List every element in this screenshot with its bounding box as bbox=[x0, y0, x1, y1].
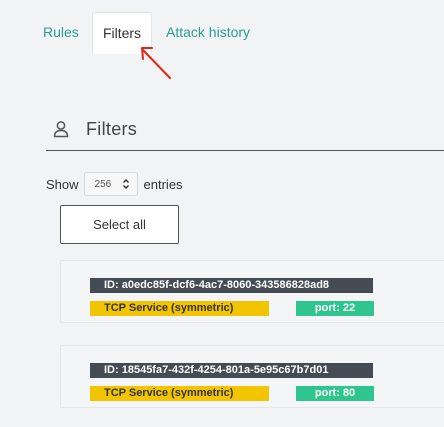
entries-control: Show 256 entries bbox=[46, 172, 183, 196]
tab-bar: Rules Filters Attack history bbox=[0, 12, 444, 54]
filter-service-badge: TCP Service (symmetric) bbox=[90, 386, 269, 401]
tab-attack-history[interactable]: Attack history bbox=[166, 12, 250, 53]
filter-port-badge: port: 22 bbox=[296, 301, 374, 316]
entries-select-value: 256 bbox=[94, 178, 112, 190]
filter-id-badge: ID: a0edc85f-dcf6-4ac7-8060-343586828ad8 bbox=[90, 278, 373, 293]
filter-card[interactable]: ID: a0edc85f-dcf6-4ac7-8060-343586828ad8… bbox=[60, 260, 444, 323]
entries-select[interactable]: 256 bbox=[83, 172, 138, 196]
section-header: Filters bbox=[52, 116, 137, 142]
section-title: Filters bbox=[86, 118, 138, 139]
select-all-button[interactable]: Select all bbox=[60, 205, 179, 244]
filter-id-badge: ID: 18545fa7-432f-4254-801a-5e95c67b7d01 bbox=[90, 363, 373, 378]
tab-rules[interactable]: Rules bbox=[43, 12, 79, 53]
section-divider bbox=[46, 150, 444, 151]
annotation-arrow-icon bbox=[141, 47, 171, 79]
filter-card[interactable]: ID: 18545fa7-432f-4254-801a-5e95c67b7d01… bbox=[60, 345, 444, 408]
show-label: Show bbox=[46, 176, 79, 192]
filter-port-badge: port: 80 bbox=[296, 386, 374, 401]
filter-service-badge: TCP Service (symmetric) bbox=[90, 301, 269, 316]
entries-label: entries bbox=[143, 176, 183, 192]
sort-caret-icon bbox=[122, 179, 129, 189]
user-icon bbox=[53, 121, 69, 138]
